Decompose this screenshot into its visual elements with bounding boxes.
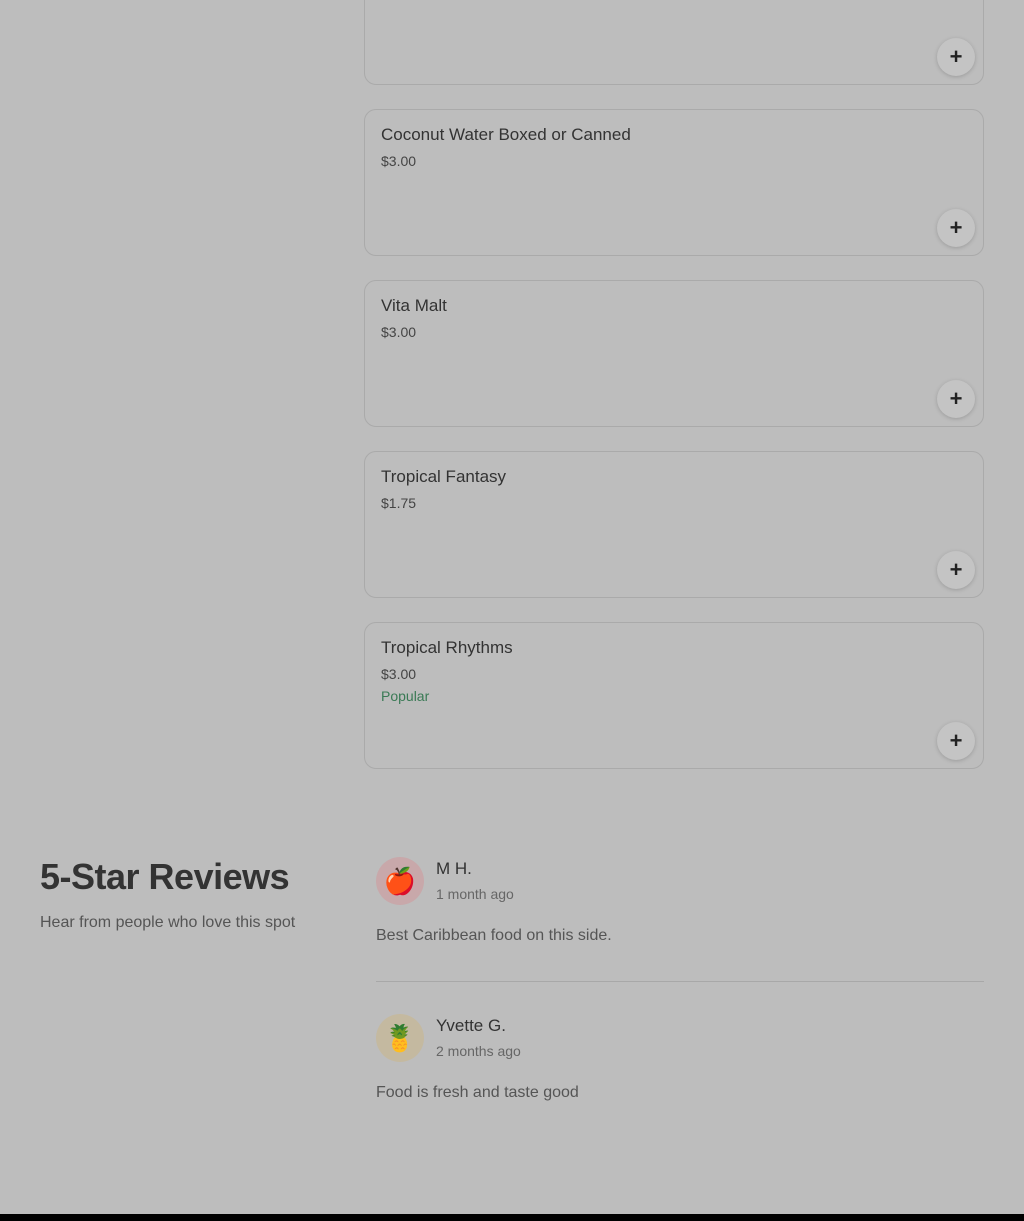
- review-date: 1 month ago: [436, 886, 514, 902]
- apple-icon: 🍎: [383, 865, 417, 896]
- add-item-button[interactable]: +: [937, 38, 975, 76]
- reviewer-name: M H.: [436, 859, 472, 878]
- menu-item-card[interactable]: Coconut Water Boxed or Canned $3.00 +: [364, 109, 984, 256]
- add-item-button[interactable]: +: [937, 551, 975, 589]
- menu-item-card[interactable]: Vita Malt $3.00 +: [364, 280, 984, 427]
- popular-badge: Popular: [381, 688, 430, 704]
- item-price: $3.00: [381, 324, 417, 340]
- menu-item-list: + Coconut Water Boxed or Canned $3.00 + …: [364, 0, 984, 793]
- plus-icon: +: [949, 557, 963, 582]
- avatar: 🍍: [376, 1014, 424, 1062]
- item-price: $1.75: [381, 495, 417, 511]
- reviewer-name: Yvette G.: [436, 1016, 506, 1035]
- plus-icon: +: [949, 44, 963, 69]
- menu-item-card[interactable]: +: [364, 0, 984, 85]
- item-name: Coconut Water Boxed or Canned: [381, 125, 631, 144]
- review-date: 2 months ago: [436, 1043, 521, 1059]
- reviews-heading: 5-Star Reviews: [40, 856, 290, 897]
- review-text: Best Caribbean food on this side.: [376, 927, 612, 944]
- item-name: Tropical Rhythms: [381, 638, 513, 657]
- review-divider: [376, 981, 984, 982]
- add-item-button[interactable]: +: [937, 380, 975, 418]
- menu-item-card[interactable]: Tropical Fantasy $1.75 +: [364, 451, 984, 598]
- item-name: Vita Malt: [381, 296, 447, 315]
- item-price: $3.00: [381, 666, 417, 682]
- avatar: 🍎: [376, 857, 424, 905]
- item-price: $3.00: [381, 153, 417, 169]
- reviews-subtitle: Hear from people who love this spot: [40, 914, 296, 931]
- add-item-button[interactable]: +: [937, 722, 975, 760]
- footer-bar: [0, 1214, 1024, 1221]
- add-item-button[interactable]: +: [937, 209, 975, 247]
- menu-item-card[interactable]: Tropical Rhythms $3.00 Popular +: [364, 622, 984, 769]
- pineapple-icon: 🍍: [383, 1022, 417, 1053]
- plus-icon: +: [949, 215, 963, 240]
- review-text: Food is fresh and taste good: [376, 1084, 579, 1101]
- item-name: Tropical Fantasy: [381, 467, 507, 486]
- plus-icon: +: [949, 386, 963, 411]
- plus-icon: +: [949, 728, 963, 753]
